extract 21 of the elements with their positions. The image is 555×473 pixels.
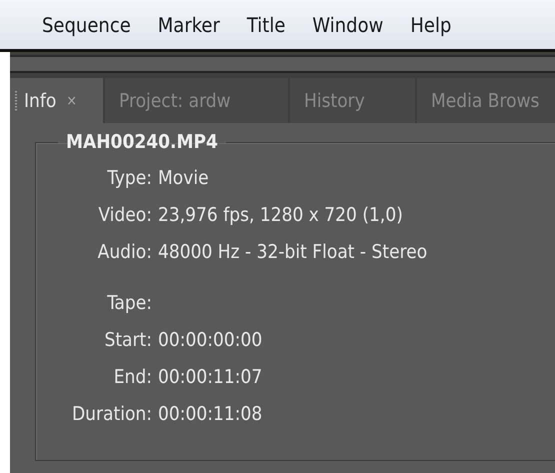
property-value: 48000 Hz - 32-bit Float - Stereo <box>158 240 428 262</box>
property-value: 00:00:11:08 <box>158 402 262 424</box>
menu-item[interactable]: Title <box>246 12 286 36</box>
property-value: 00:00:11:07 <box>158 366 262 388</box>
property-value: 00:00:00:00 <box>158 328 262 350</box>
property-label: Audio: <box>96 240 152 262</box>
property-label: Video: <box>97 204 152 226</box>
menu-item[interactable]: Sequence <box>42 12 131 36</box>
property-value: Movie <box>158 166 209 188</box>
property-label: Tape: <box>106 292 152 314</box>
grip-icon[interactable] <box>14 90 18 112</box>
menu-item[interactable]: Marker <box>158 12 220 36</box>
menu-item[interactable]: Help <box>410 12 452 36</box>
property-label: End: <box>112 366 152 388</box>
clip-name: MAH00240.MP4 <box>65 131 219 153</box>
panel-tab[interactable]: Info × <box>10 78 103 123</box>
property-label: Start: <box>103 328 152 350</box>
property-label: Type: <box>106 166 152 188</box>
property-label: Duration: <box>71 402 152 424</box>
menu-item[interactable]: Window <box>312 12 384 36</box>
property-value: 23,976 fps, 1280 x 720 (1,0) <box>158 204 403 226</box>
